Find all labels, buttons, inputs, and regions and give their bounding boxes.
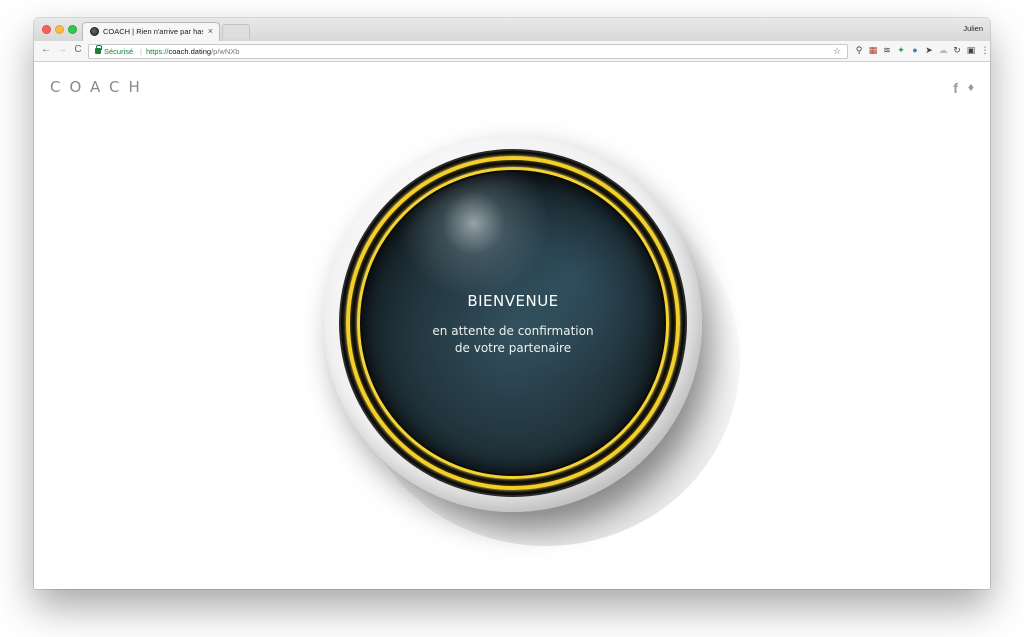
globe-icon[interactable]: ● [910, 45, 920, 55]
browser-toolbar: ← → C Sécurisé | https://coach.dating/p/… [34, 41, 990, 62]
close-window-button[interactable] [42, 25, 51, 34]
coach-logo[interactable]: COACH [50, 78, 149, 96]
pointer-icon[interactable]: ➤ [924, 45, 934, 55]
lock-icon [95, 45, 102, 54]
reload-button[interactable]: C [72, 44, 84, 55]
tab-strip: COACH | Rien n'arrive par has × Julien [34, 18, 990, 41]
extension-icons: ⚲ ▦ ≋ ✦ ● ➤ ☁ ↻ ▣ ⋮ [854, 45, 990, 55]
waiting-message-line-1: en attente de confirmation [432, 324, 594, 338]
back-button[interactable]: ← [40, 44, 52, 55]
magnifier-icon[interactable]: ⚲ [854, 45, 864, 55]
address-bar[interactable]: Sécurisé | https://coach.dating/p/wNXb ☆ [88, 44, 848, 59]
maximize-window-button[interactable] [68, 25, 77, 34]
browser-window: COACH | Rien n'arrive par has × Julien ←… [34, 18, 990, 589]
window-icon[interactable]: ▣ [966, 45, 976, 55]
facebook-icon[interactable]: f [953, 80, 958, 96]
waiting-message-line-2: de votre partenaire [454, 341, 572, 355]
address-separator: | [140, 47, 142, 56]
profile-button[interactable]: Julien [963, 24, 983, 33]
url-path: /p/wNXb [211, 47, 240, 56]
menu-icon[interactable]: ⋮ [980, 45, 990, 55]
tab-close-icon[interactable]: × [208, 26, 213, 36]
secure-label: Sécurisé [104, 47, 134, 56]
waiting-message: en attente de confirmation de votre part… [362, 323, 664, 357]
tab-title: COACH | Rien n'arrive par has [103, 27, 203, 36]
cloud-icon[interactable]: ☁ [938, 45, 948, 55]
tab-coach[interactable]: COACH | Rien n'arrive par has × [82, 22, 220, 41]
calendar-icon[interactable]: ▦ [868, 45, 878, 55]
favicon-icon [90, 27, 99, 36]
sync-icon[interactable]: ↻ [952, 45, 962, 55]
social-links: f ♦ [953, 80, 974, 96]
url-host: coach.dating [168, 47, 212, 56]
minimize-window-button[interactable] [55, 25, 64, 34]
twitter-icon[interactable]: ♦ [968, 80, 974, 96]
new-tab-button[interactable] [222, 24, 250, 39]
url-text: https://coach.dating/p/wNXb [146, 45, 239, 58]
bookmark-star-icon[interactable]: ☆ [833, 45, 841, 58]
forward-button[interactable]: → [56, 44, 68, 55]
layers-icon[interactable]: ≋ [882, 45, 892, 55]
url-scheme: https:// [146, 47, 169, 56]
welcome-title: BIENVENUE [467, 292, 559, 310]
page-content: COACH f ♦ BIENVENUE en attente de confir… [34, 62, 990, 589]
puzzle-icon[interactable]: ✦ [896, 45, 906, 55]
